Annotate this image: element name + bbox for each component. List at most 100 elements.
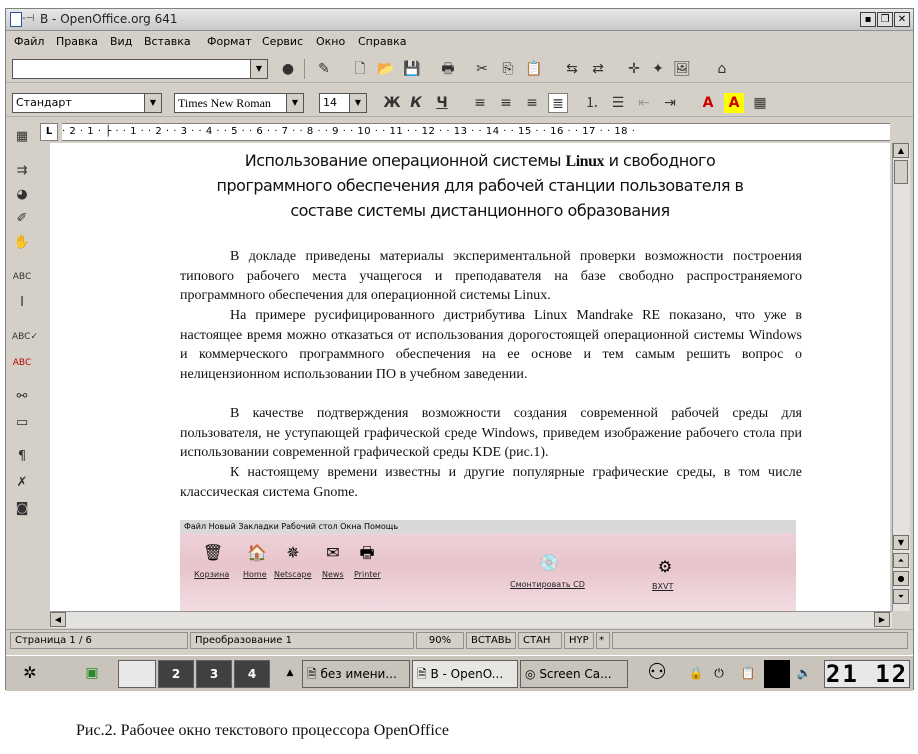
cut-icon[interactable]: ✂ [472,59,492,79]
task-untitled[interactable]: 🗎 без имени... [302,660,410,688]
kde-menu-icon[interactable]: ✲ [14,660,46,688]
save-icon[interactable]: 💾 [402,59,422,79]
url-dropdown-button[interactable]: ▼ [250,59,268,79]
pin-icon[interactable]: -⊣ [22,13,34,24]
terminal-launcher-icon[interactable]: ▣ [78,660,106,688]
scroll-up-button[interactable]: ▲ [893,143,909,158]
scroll-right-button[interactable]: ▶ [874,612,890,627]
navigation-button[interactable]: ● [893,571,909,586]
tab-stop-selector[interactable]: L [40,123,58,141]
insert-table-icon[interactable]: ▦ [12,127,32,147]
bullets-icon[interactable]: ☰ [608,93,628,113]
kde-taskbar: ✲ ▣ 2 3 4 ▲ 🗎 без имени... 🗎 B - OpenO..… [6,655,913,691]
spellcheck-icon[interactable]: ABC✓ [12,327,38,347]
taskbar-scroll-icon[interactable]: ▲ [280,660,300,688]
bold-button[interactable]: Ж [382,93,402,113]
align-right-icon[interactable]: ≡ [522,93,542,113]
edit-file-icon[interactable]: ✎ [314,59,334,79]
desktop-2-button[interactable]: 2 [158,660,194,688]
redo-icon[interactable]: ⇄ [588,59,608,79]
embedded-desktop-screenshot[interactable]: Файл Новый Закладки Рабочий стол Окна По… [180,520,796,611]
menu-help[interactable]: Справка [358,35,406,48]
text-cursor-icon[interactable]: Ⅰ [12,293,32,313]
increase-indent-icon[interactable]: ⇥ [660,93,680,113]
font-size-dropdown[interactable]: ▼ [349,93,367,113]
desktop-4-button[interactable]: 4 [234,660,270,688]
menu-file[interactable]: Файл [14,35,44,48]
scroll-left-button[interactable]: ◀ [50,612,66,627]
undo-icon[interactable]: ⇆ [562,59,582,79]
scroll-thumb[interactable] [894,160,908,184]
horizontal-ruler[interactable]: · 2 · 1 · ├ · · 1 · · 2 · · 3 · · 4 · · … [62,123,890,141]
find-replace-icon[interactable]: ⚯ [12,387,32,407]
hyperlink-mode-indicator[interactable]: HYP [564,632,594,649]
desktop-1-button[interactable] [118,660,156,688]
task-openoffice[interactable]: 🗎 B - OpenO... [412,660,518,688]
underline-button[interactable]: Ч [432,93,452,113]
previous-page-button[interactable]: ⏶ [893,553,909,568]
justify-icon[interactable]: ≣ [548,93,568,113]
heading-text: Использование операционной системы [244,151,562,170]
task-screen-capture[interactable]: ◎ Screen Ca... [520,660,628,688]
menu-format[interactable]: Формат [207,35,252,48]
align-left-icon[interactable]: ≡ [470,93,490,113]
url-field[interactable] [12,59,252,79]
insert-object-icon[interactable]: ◕ [12,185,32,205]
stylist-icon[interactable]: ✦ [648,59,668,79]
autospellcheck-icon[interactable]: ABC [12,353,32,373]
font-name-select[interactable]: Times New Roman [174,93,286,113]
highlight-button[interactable]: A [724,93,744,113]
align-center-icon[interactable]: ≡ [496,93,516,113]
open-folder-icon[interactable]: 📂 [376,59,396,79]
desktop-3-button[interactable]: 3 [196,660,232,688]
menu-tools[interactable]: Сервис [262,35,303,48]
menu-insert[interactable]: Вставка [144,35,191,48]
next-page-button[interactable]: ⏷ [893,589,909,604]
text-autocomplete-icon[interactable]: ABC [12,267,32,287]
italic-button[interactable]: К [406,93,426,113]
vertical-scrollbar[interactable]: ▲ ▼ ⏶ ● ⏷ [892,143,910,611]
home-icon[interactable]: ⌂ [712,59,732,79]
stop-icon[interactable]: ● [278,59,298,79]
clock[interactable]: 21 12 [824,660,910,688]
zoom-indicator[interactable]: 90% [416,632,464,649]
selection-mode-indicator[interactable]: СТАН [518,632,562,649]
gallery-icon[interactable]: 🖼 [672,59,692,79]
document-heading-line1: Использование операционной системы Linux… [180,151,780,171]
trash-label: Корзина [194,570,230,579]
minimize-button[interactable]: ▪ [860,12,876,27]
font-color-button[interactable]: A [698,93,718,113]
font-name-dropdown[interactable]: ▼ [286,93,304,113]
close-button[interactable]: ✕ [894,12,910,27]
document-area[interactable]: Использование операционной системы Linux… [50,143,890,611]
menu-view[interactable]: Вид [110,35,132,48]
data-sources-icon[interactable]: ▭ [12,413,32,433]
menu-window[interactable]: Окно [316,35,345,48]
navigator-icon[interactable]: ✛ [624,59,644,79]
logout-icon[interactable]: ⏻ [708,660,730,688]
online-layout-icon[interactable]: ◙ [12,499,32,519]
copy-icon[interactable]: ⎘ [498,59,518,79]
maximize-button[interactable]: ❐ [877,12,893,27]
nonprinting-chars-icon[interactable]: ¶ [12,447,32,467]
paste-icon[interactable]: 📋 [524,59,544,79]
paragraph-style-dropdown[interactable]: ▼ [144,93,162,113]
clipboard-icon[interactable]: 📋 [736,660,760,688]
new-document-icon[interactable]: 🗋 [350,59,370,79]
print-icon[interactable]: 🖶 [438,59,458,79]
decrease-indent-icon[interactable]: ⇤ [634,93,654,113]
lock-icon[interactable]: 🔒 [686,660,706,688]
draw-functions-icon[interactable]: ✐ [12,209,32,229]
paragraph-style-select[interactable]: Стандарт [12,93,144,113]
scroll-down-button[interactable]: ▼ [893,535,909,550]
background-color-icon[interactable]: ▦ [750,93,770,113]
font-size-select[interactable]: 14 [319,93,349,113]
numbering-icon[interactable]: ⒈ [582,93,602,113]
horizontal-scrollbar[interactable]: ◀ ▶ [50,611,892,628]
insert-fields-icon[interactable]: ⇉ [12,161,32,181]
form-functions-icon[interactable]: ✋ [12,233,32,253]
insert-mode-indicator[interactable]: ВСТАВЬ [466,632,516,649]
menu-edit[interactable]: Правка [56,35,98,48]
volume-icon[interactable]: 🔉 [792,660,816,688]
graphics-off-icon[interactable]: ✗ [12,473,32,493]
